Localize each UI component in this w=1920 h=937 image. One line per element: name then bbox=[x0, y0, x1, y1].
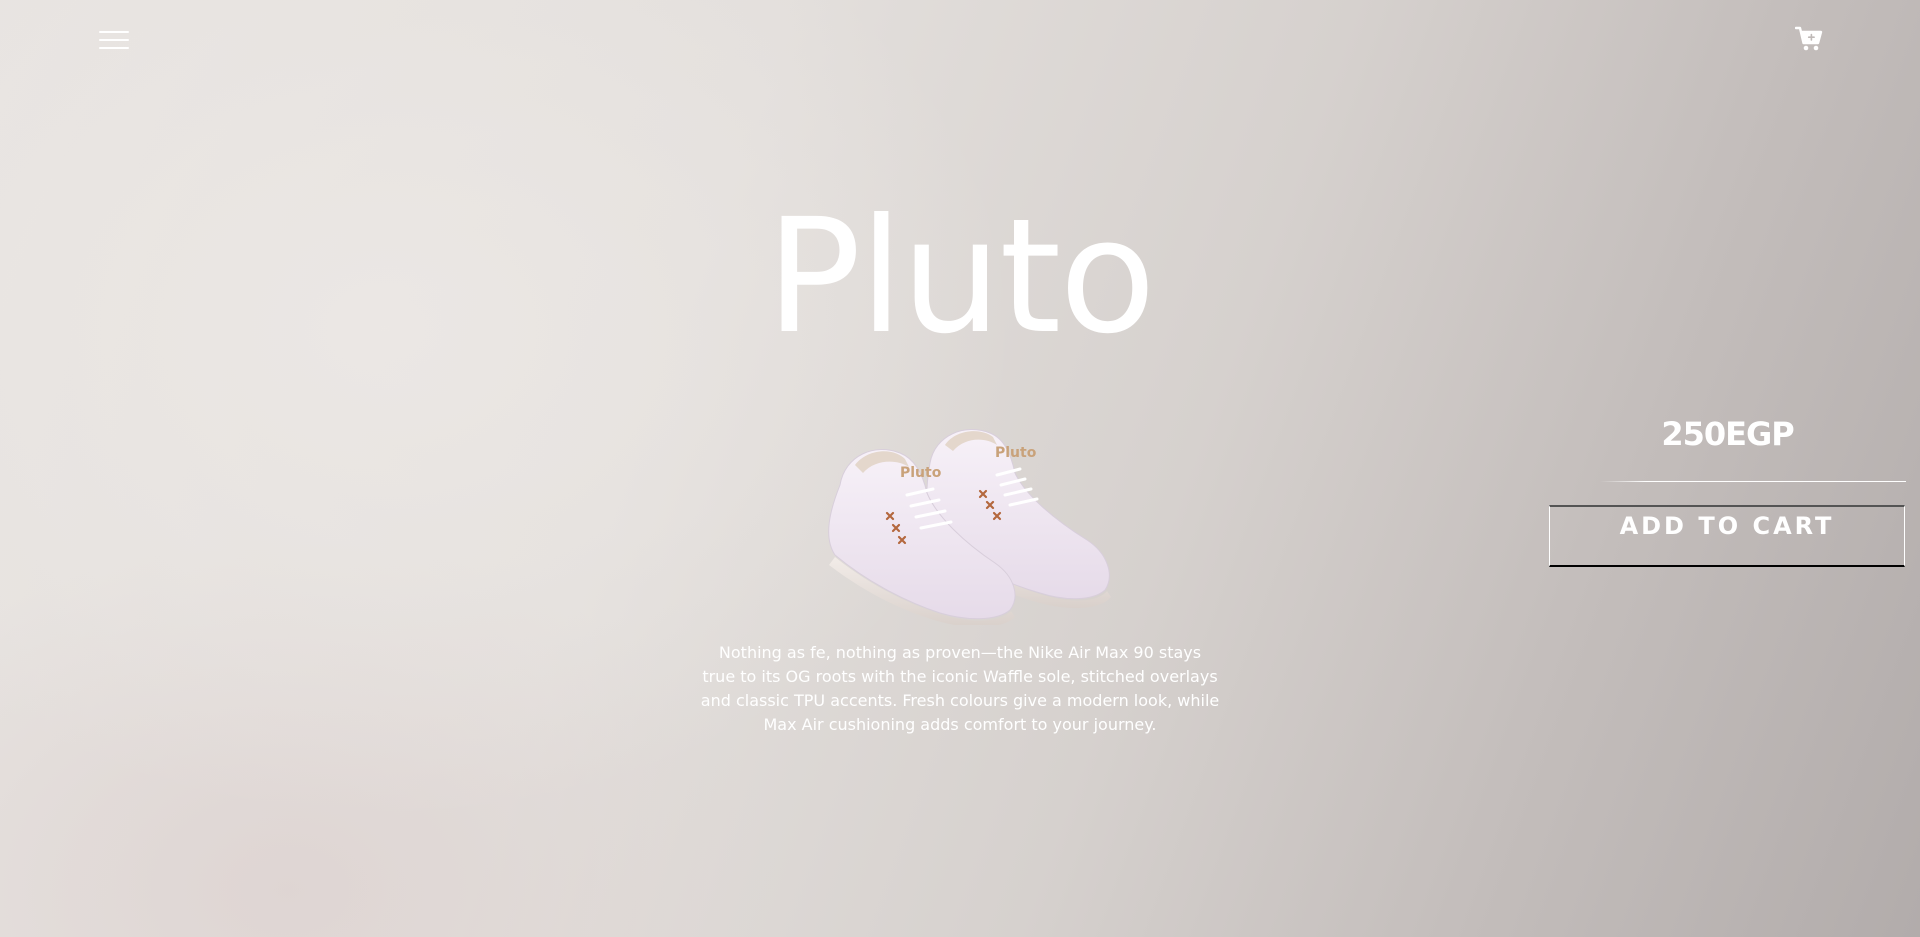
hamburger-line bbox=[99, 39, 129, 41]
svg-text:Pluto: Pluto bbox=[900, 465, 942, 481]
hamburger-menu-icon bbox=[99, 31, 129, 33]
shoe-image: Pluto Pluto bbox=[828, 429, 1111, 625]
cart-button[interactable] bbox=[1794, 26, 1823, 52]
product-description: Nothing as fe, nothing as proven—the Nik… bbox=[700, 643, 1220, 734]
hamburger-line bbox=[99, 47, 129, 49]
menu-button[interactable] bbox=[99, 29, 129, 51]
shopping-cart-icon bbox=[1794, 26, 1823, 51]
product-price: 250EGP bbox=[1661, 415, 1794, 453]
product-title: Pluto bbox=[766, 185, 1156, 369]
divider bbox=[1600, 481, 1906, 482]
add-to-cart-button[interactable]: ADD TO CART bbox=[1549, 505, 1905, 567]
svg-text:Pluto: Pluto bbox=[995, 445, 1037, 461]
